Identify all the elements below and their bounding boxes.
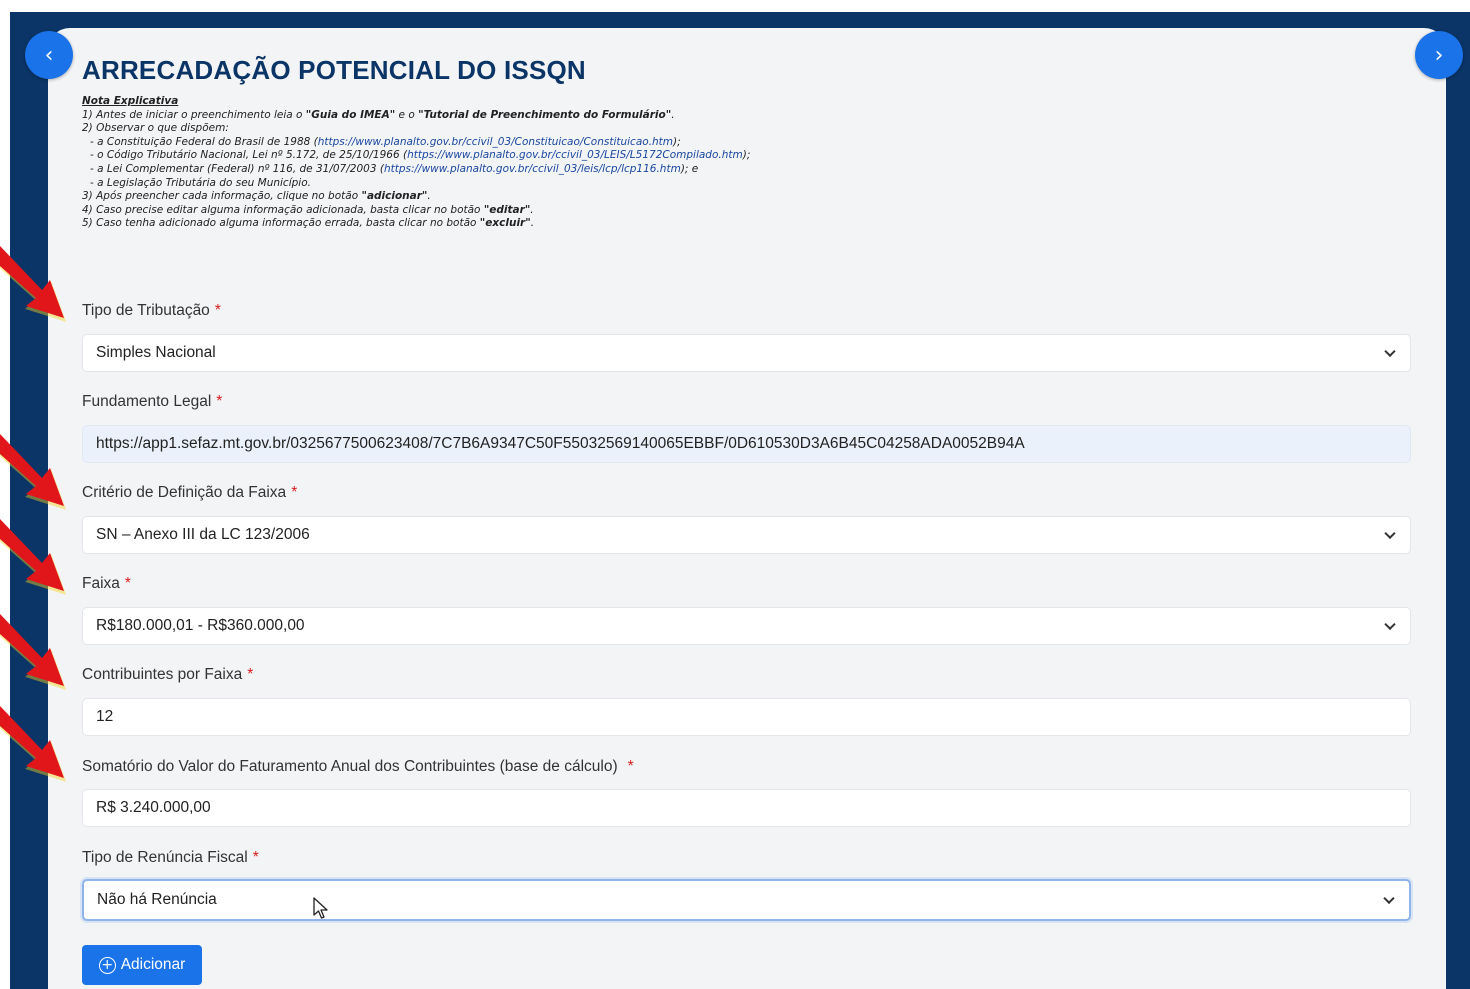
tipo-tributacao-select[interactable]: Simples Nacional <box>82 334 1411 372</box>
chevron-down-icon <box>1384 527 1396 540</box>
red-arrow-icon <box>0 614 67 690</box>
contribuintes-label: Contribuintes por Faixa * <box>82 666 254 683</box>
mouse-pointer-icon <box>313 897 328 919</box>
chevron-down-icon <box>1383 892 1395 905</box>
red-arrow-icon <box>0 706 67 782</box>
red-arrow-icon <box>0 246 67 322</box>
next-button[interactable]: › <box>1415 31 1463 79</box>
note-line-5: 5) Caso tenha adicionado alguma informaç… <box>82 217 535 230</box>
note-heading: Nota Explicativa <box>82 95 179 107</box>
note-line-4: 4) Caso precise editar alguma informação… <box>82 203 534 216</box>
required-mark: * <box>216 393 223 410</box>
fundamento-legal-label: Fundamento Legal * <box>82 393 223 410</box>
faixa-select[interactable]: R$180.000,01 - R$360.000,00 <box>82 607 1411 645</box>
note-legislacao: - a Legislação Tributária do seu Municíp… <box>90 176 311 189</box>
required-mark: * <box>291 484 298 501</box>
chevron-left-icon: ‹ <box>44 42 54 68</box>
required-mark: * <box>214 302 221 319</box>
note-line-1: 1) Antes de iniciar o preenchimento leia… <box>82 108 675 121</box>
chevron-down-icon <box>1384 618 1396 631</box>
required-mark: * <box>247 666 254 683</box>
note-line-2: 2) Observar o que dispõem: <box>82 122 229 135</box>
previous-button[interactable]: ‹ <box>25 31 73 79</box>
lc116-link[interactable]: https://www.planalto.gov.br/ccivil_03/le… <box>384 163 681 175</box>
faixa-label: Faixa * <box>82 575 131 592</box>
renuncia-select[interactable]: Não há Renúncia <box>82 879 1411 921</box>
note-constituicao: - a Constituição Federal do Brasil de 19… <box>90 135 681 148</box>
note-ctn: - o Código Tributário Nacional, Lei nº 5… <box>90 149 751 162</box>
somatorio-label: Somatório do Valor do Faturamento Anual … <box>82 758 634 775</box>
note-lc116: - a Lei Complementar (Federal) nº 116, d… <box>90 162 699 175</box>
page-title: ARRECADAÇÃO POTENCIAL DO ISSQN <box>82 55 586 85</box>
required-mark: * <box>627 758 634 775</box>
required-mark: * <box>124 575 131 592</box>
required-mark: * <box>252 849 259 866</box>
chevron-down-icon <box>1384 345 1396 358</box>
criterio-faixa-select[interactable]: SN – Anexo III da LC 123/2006 <box>82 516 1411 554</box>
tipo-tributacao-label: Tipo de Tributação * <box>82 302 221 319</box>
explanatory-note: Nota Explicativa 1) Antes de iniciar o p… <box>82 95 982 231</box>
constituicao-link[interactable]: https://www.planalto.gov.br/ccivil_03/Co… <box>318 136 673 148</box>
chevron-right-icon: › <box>1434 42 1444 68</box>
fundamento-legal-field[interactable]: https://app1.sefaz.mt.gov.br/03256775006… <box>82 425 1411 463</box>
note-line-3: 3) Após preencher cada informação, cliqu… <box>82 190 431 203</box>
add-button[interactable]: + Adicionar <box>82 945 202 985</box>
somatorio-input[interactable]: R$ 3.240.000,00 <box>82 789 1411 827</box>
red-arrow-icon <box>0 519 67 595</box>
criterio-faixa-label: Critério de Definição da Faixa * <box>82 484 298 501</box>
renuncia-label: Tipo de Renúncia Fiscal * <box>82 849 259 866</box>
contribuintes-input[interactable]: 12 <box>82 698 1411 736</box>
plus-circle-icon: + <box>98 956 116 974</box>
ctn-link[interactable]: https://www.planalto.gov.br/ccivil_03/LE… <box>407 149 743 161</box>
